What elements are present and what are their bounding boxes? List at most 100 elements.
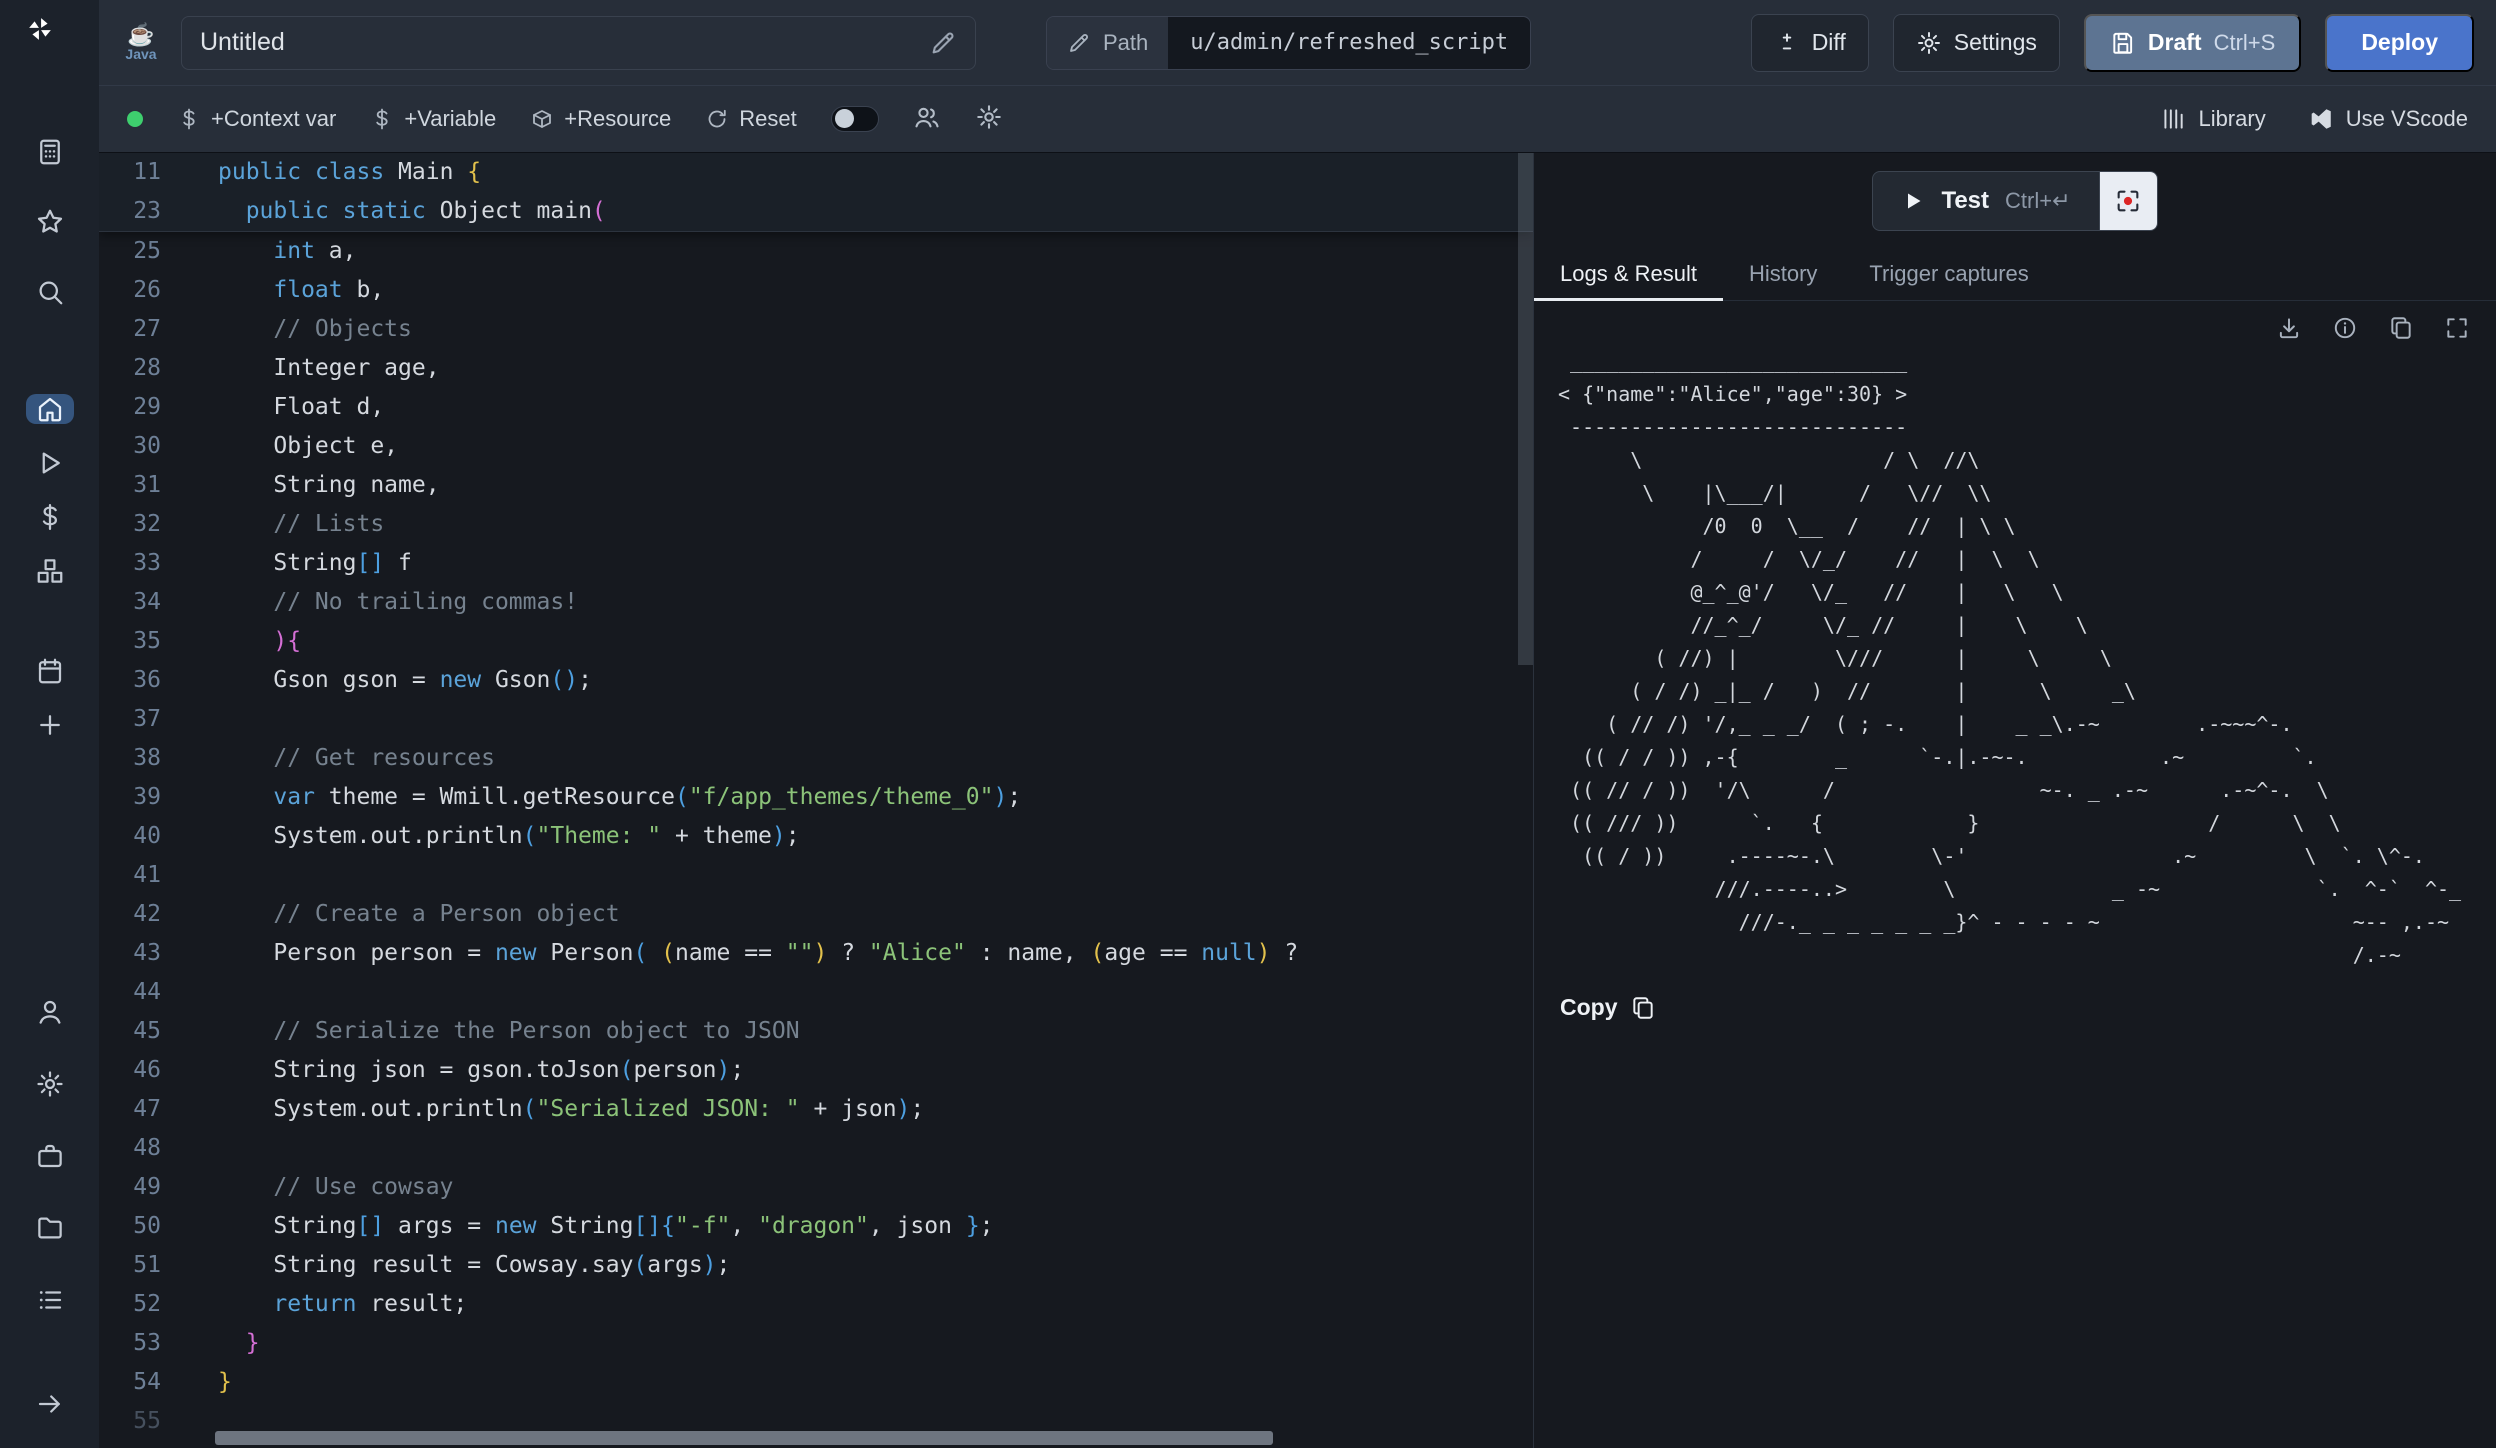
- dollar-icon: [35, 502, 65, 532]
- settings-button[interactable]: Settings: [1893, 14, 2060, 72]
- add-variable-button[interactable]: +Variable: [370, 106, 496, 132]
- sidebar-top-group: [26, 128, 74, 316]
- code-line[interactable]: 23 public static Object main(: [99, 192, 1533, 231]
- path-label: Path: [1103, 30, 1148, 56]
- line-number: 33: [99, 544, 161, 583]
- line-number: 39: [99, 778, 161, 817]
- path-value[interactable]: u/admin/refreshed_script: [1168, 17, 1530, 69]
- code-text: }: [218, 1363, 232, 1402]
- calendar-icon: [35, 656, 65, 686]
- capture-button[interactable]: [2100, 171, 2158, 231]
- tab-history[interactable]: History: [1723, 247, 1843, 300]
- main-column: ☕ Java Untitled Path u/admin/refreshed_s…: [99, 0, 2496, 1448]
- code-text: Integer age,: [218, 349, 440, 388]
- path-edit-button[interactable]: Path: [1047, 17, 1168, 69]
- code-line[interactable]: 29 Float d,: [99, 388, 1533, 427]
- sidebar-item-groups[interactable]: [26, 1276, 74, 1324]
- test-shortcut: Ctrl+↵: [2005, 188, 2071, 214]
- sidebar-item-collapse[interactable]: [26, 1380, 74, 1428]
- code-line[interactable]: 41: [99, 856, 1533, 895]
- code-line[interactable]: 40 System.out.println("Theme: " + theme)…: [99, 817, 1533, 856]
- expand-icon[interactable]: [2444, 315, 2470, 341]
- line-number: 53: [99, 1324, 161, 1363]
- code-line[interactable]: 43 Person person = new Person( (name == …: [99, 934, 1533, 973]
- code-line[interactable]: 33 String[] f: [99, 544, 1533, 583]
- sidebar-item-folders[interactable]: [26, 1204, 74, 1252]
- code-text: // Use cowsay: [218, 1168, 453, 1207]
- draft-button-label: Draft: [2148, 29, 2202, 56]
- code-line[interactable]: 30 Object e,: [99, 427, 1533, 466]
- code-line[interactable]: 42 // Create a Person object: [99, 895, 1533, 934]
- clipboard-icon[interactable]: [2388, 315, 2414, 341]
- code-line[interactable]: 48: [99, 1129, 1533, 1168]
- sidebar-item-variables[interactable]: [26, 502, 74, 532]
- code-text: ){: [218, 622, 301, 661]
- code-line[interactable]: 34 // No trailing commas!: [99, 583, 1533, 622]
- code-line[interactable]: 37: [99, 700, 1533, 739]
- sidebar-item-search[interactable]: [26, 268, 74, 316]
- sidebar-item-resources[interactable]: [26, 556, 74, 586]
- code-line[interactable]: 54}: [99, 1363, 1533, 1402]
- code-line[interactable]: 35 ){: [99, 622, 1533, 661]
- code-line[interactable]: 25 int a,: [99, 232, 1533, 271]
- sidebar-item-settings[interactable]: [26, 1060, 74, 1108]
- use-vscode-button[interactable]: Use VScode: [2308, 106, 2468, 132]
- code-line[interactable]: 47 System.out.println("Serialized JSON: …: [99, 1090, 1533, 1129]
- code-line[interactable]: 32 // Lists: [99, 505, 1533, 544]
- deploy-button[interactable]: Deploy: [2325, 14, 2474, 72]
- sidebar-item-users[interactable]: [26, 988, 74, 1036]
- copy-result-button[interactable]: Copy: [1558, 972, 2496, 1021]
- code-line[interactable]: 45 // Serialize the Person object to JSO…: [99, 1012, 1533, 1051]
- dollar-icon: [177, 107, 201, 131]
- sidebar-item-home[interactable]: [26, 394, 74, 424]
- code-line[interactable]: 36 Gson gson = new Gson();: [99, 661, 1533, 700]
- add-resource-label: +Resource: [564, 106, 671, 132]
- code-editor[interactable]: 11public class Main {23 public static Ob…: [99, 153, 1533, 1448]
- draft-button[interactable]: Draft Ctrl+S: [2084, 14, 2301, 72]
- code-line[interactable]: 52 return result;: [99, 1285, 1533, 1324]
- copy-icon: [1630, 995, 1656, 1021]
- download-icon[interactable]: [2276, 315, 2302, 341]
- sidebar-item-add[interactable]: [26, 710, 74, 740]
- diff-button[interactable]: Diff: [1751, 14, 1869, 72]
- line-number: 40: [99, 817, 161, 856]
- line-number: 49: [99, 1168, 161, 1207]
- code-line[interactable]: 46 String json = gson.toJson(person);: [99, 1051, 1533, 1090]
- code-line[interactable]: 38 // Get resources: [99, 739, 1533, 778]
- code-line[interactable]: 27 // Objects: [99, 310, 1533, 349]
- diff-button-label: Diff: [1812, 29, 1846, 56]
- code-line[interactable]: 26 float b,: [99, 271, 1533, 310]
- code-line[interactable]: 11public class Main {: [99, 153, 1533, 192]
- code-line[interactable]: 28 Integer age,: [99, 349, 1533, 388]
- sidebar-item-runs[interactable]: [26, 448, 74, 478]
- editor-vertical-scrollbar[interactable]: [1518, 153, 1533, 665]
- result-panel: Test Ctrl+↵ Logs & ResultHistoryTrigger …: [1533, 153, 2496, 1448]
- sidebar-item-schedules[interactable]: [26, 656, 74, 686]
- reset-button[interactable]: Reset: [705, 106, 796, 132]
- folder-icon: [35, 1213, 65, 1243]
- tab-logs-result[interactable]: Logs & Result: [1534, 247, 1723, 300]
- code-line[interactable]: 44: [99, 973, 1533, 1012]
- editor-horizontal-scrollbar[interactable]: [215, 1431, 1273, 1445]
- code-line[interactable]: 31 String name,: [99, 466, 1533, 505]
- code-line[interactable]: 53 }: [99, 1324, 1533, 1363]
- windmill-logo-icon[interactable]: [27, 16, 73, 62]
- code-line[interactable]: 39 var theme = Wmill.getResource("f/app_…: [99, 778, 1533, 817]
- code-line[interactable]: 49 // Use cowsay: [99, 1168, 1533, 1207]
- code-line[interactable]: 51 String result = Cowsay.say(args);: [99, 1246, 1533, 1285]
- sidebar-item-favorites[interactable]: [26, 198, 74, 246]
- tab-trigger-captures[interactable]: Trigger captures: [1843, 247, 2054, 300]
- edit-title-pencil-icon[interactable]: [929, 29, 957, 57]
- code-line[interactable]: 50 String[] args = new String[]{"-f", "d…: [99, 1207, 1533, 1246]
- mode-toggle[interactable]: [831, 106, 879, 132]
- multiplayer-button[interactable]: [913, 103, 941, 136]
- sidebar-item-apps[interactable]: [26, 128, 74, 176]
- add-resource-button[interactable]: +Resource: [530, 106, 671, 132]
- sidebar-item-workers[interactable]: [26, 1132, 74, 1180]
- test-button[interactable]: Test Ctrl+↵: [1872, 171, 2099, 231]
- info-icon[interactable]: [2332, 315, 2358, 341]
- script-title-input[interactable]: Untitled: [181, 16, 976, 70]
- library-button[interactable]: Library: [2160, 106, 2265, 132]
- editor-settings-button[interactable]: [975, 103, 1003, 136]
- add-context-var-button[interactable]: +Context var: [177, 106, 336, 132]
